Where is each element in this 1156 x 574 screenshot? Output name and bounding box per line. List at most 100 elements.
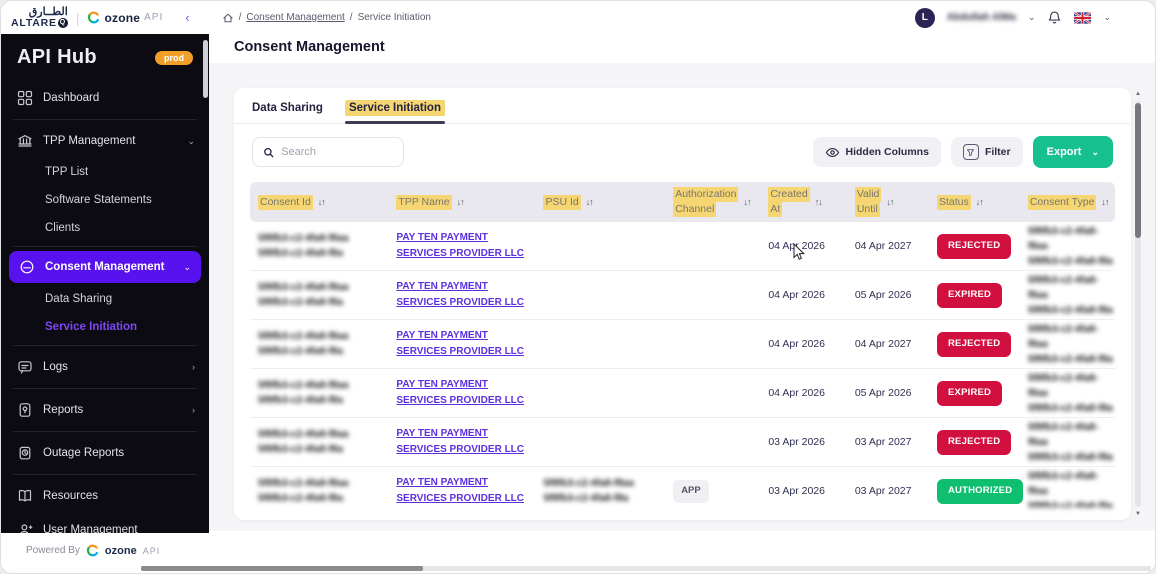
footer-ozone-wordmark: ozone bbox=[104, 544, 137, 557]
sidebar-item-clients[interactable]: Clients bbox=[1, 214, 209, 242]
status-badge: EXPIRED bbox=[937, 283, 1003, 308]
status-badge: REJECTED bbox=[937, 332, 1012, 357]
sort-arrows-icon[interactable]: ↓↑ bbox=[457, 197, 465, 207]
horizontal-scrollbar-thumb[interactable] bbox=[141, 566, 423, 571]
cell-consent-id: 5f8fb3-c2-4fa8-f8aa 5f8fb3-c2-4fa8-f8a bbox=[250, 378, 388, 408]
scroll-down-arrow-icon[interactable]: ▼ bbox=[1134, 511, 1142, 517]
export-button[interactable]: Export ⌄ bbox=[1032, 136, 1113, 168]
column-header-created[interactable]: Created At ↑↓ bbox=[760, 187, 847, 218]
sidebar-item-dashboard[interactable]: Dashboard bbox=[1, 81, 209, 115]
environment-badge: prod bbox=[155, 50, 193, 65]
ozone-ring-icon bbox=[88, 11, 100, 24]
cell-status: EXPIRED bbox=[929, 381, 1020, 406]
logs-icon bbox=[18, 361, 32, 374]
table-row: 5f8fb3-c2-4fa8-f8aa 5f8fb3-c2-4fa8-f8a PAY… bbox=[250, 320, 1115, 370]
cell-status: AUTHORIZED bbox=[929, 479, 1024, 504]
column-label: Channel bbox=[673, 202, 717, 218]
cell-consent-id: 5f8fb3-c2-4fa8-f8aa 5f8fb3-c2-4fa8-f8a bbox=[250, 427, 388, 457]
cell-valid-until: 04 Apr 2027 bbox=[854, 337, 912, 350]
sidebar-scrollbar-thumb[interactable] bbox=[203, 40, 208, 98]
sidebar-item-tpp-management[interactable]: TPP Management ⌄ bbox=[1, 124, 209, 158]
sort-arrows-icon[interactable]: ↑↓ bbox=[815, 197, 823, 207]
sort-arrows-icon[interactable]: ↓↑ bbox=[743, 197, 751, 207]
grid-icon bbox=[17, 90, 33, 106]
breadcrumb-link-consent-management[interactable]: Consent Management bbox=[246, 12, 344, 23]
search-input[interactable] bbox=[281, 146, 393, 158]
cell-consent-type: 5f8fb3-c2-4fa8-f8aa 5f8fb3-c2-4fa8-f8a bbox=[1020, 322, 1115, 367]
sidebar-item-data-sharing[interactable]: Data Sharing bbox=[1, 285, 209, 313]
cell-consent-type: 5f8fb3-c2-4fa8-f8aa 5f8fb3-c2-4fa8-f8a bbox=[1020, 469, 1115, 514]
sidebar-item-label: Logs bbox=[43, 361, 68, 373]
sort-arrows-icon[interactable]: ↓↑ bbox=[976, 197, 984, 207]
top-bar: الطــارق ALTARE Q | ozone API ‹ / Consent… bbox=[1, 1, 1155, 34]
sidebar-collapse-button[interactable]: ‹ bbox=[185, 10, 189, 25]
column-header-consent[interactable]: Consent Id ↓↑ bbox=[250, 194, 388, 210]
bell-icon[interactable] bbox=[1047, 10, 1062, 25]
column-header-status[interactable]: Status ↓↑ bbox=[929, 194, 1020, 210]
redacted-text: 5f8fb3-c2-4fa8-f8aa 5f8fb3-c2-4fa8-f8a bbox=[543, 478, 635, 505]
search-box[interactable] bbox=[252, 137, 404, 167]
column-label: TPP Name bbox=[396, 194, 452, 210]
scrollbar-thumb[interactable] bbox=[1135, 103, 1141, 238]
sidebar-item-logs[interactable]: Logs › bbox=[1, 350, 209, 384]
tpp-name-link[interactable]: PAY TEN PAYMENT SERVICES PROVIDER LLC bbox=[396, 330, 524, 357]
sort-arrows-icon[interactable]: ↓↑ bbox=[586, 197, 594, 207]
sidebar-item-user-management[interactable]: User Management bbox=[1, 513, 209, 533]
redacted-text: 5f8fb3-c2-4fa8-f8aa 5f8fb3-c2-4fa8-f8a bbox=[258, 233, 349, 260]
tpp-name-link[interactable]: PAY TEN PAYMENT SERVICES PROVIDER LLC bbox=[396, 428, 524, 455]
sidebar-item-tpp-list[interactable]: TPP List bbox=[1, 158, 209, 186]
sidebar-item-service-initiation[interactable]: Service Initiation bbox=[1, 313, 209, 341]
sidebar-item-resources[interactable]: Resources bbox=[1, 479, 209, 513]
redacted-text: 5f8fb3-c2-4fa8-f8aa 5f8fb3-c2-4fa8-f8a bbox=[258, 282, 349, 309]
sidebar-divider bbox=[13, 119, 197, 120]
sidebar-item-software-statements[interactable]: Software Statements bbox=[1, 186, 209, 214]
tpp-name-link[interactable]: PAY TEN PAYMENT SERVICES PROVIDER LLC bbox=[396, 379, 524, 406]
sidebar-item-outage-reports[interactable]: Outage Reports bbox=[1, 436, 209, 470]
user-menu-chevron-icon[interactable]: ⌄ bbox=[1028, 12, 1036, 23]
redacted-text: 5f8fb3-c2-4fa8-f8aa 5f8fb3-c2-4fa8-f8a bbox=[1027, 470, 1113, 512]
language-flag-icon[interactable] bbox=[1074, 11, 1092, 24]
sort-arrows-icon[interactable]: ↓↑ bbox=[318, 197, 326, 207]
status-badge: EXPIRED bbox=[937, 381, 1003, 406]
cell-consent-type: 5f8fb3-c2-4fa8-f8aa 5f8fb3-c2-4fa8-f8a bbox=[1020, 273, 1115, 318]
redacted-text: 5f8fb3-c2-4fa8-f8aa 5f8fb3-c2-4fa8-f8a bbox=[1027, 323, 1113, 365]
cell-created-at: 04 Apr 2026 bbox=[768, 386, 825, 399]
status-badge: REJECTED bbox=[937, 234, 1012, 259]
book-icon bbox=[18, 489, 32, 502]
cell-created-at: 03 Apr 2026 bbox=[768, 435, 825, 448]
user-avatar[interactable]: L bbox=[914, 7, 935, 28]
language-chevron-icon[interactable]: ⌄ bbox=[1103, 12, 1111, 23]
cell-status: REJECTED bbox=[929, 234, 1020, 259]
cell-tpp-name: PAY TEN PAYMENT SERVICES PROVIDER LLC bbox=[388, 475, 535, 507]
column-header-type[interactable]: Consent Type ↓↑ bbox=[1020, 194, 1115, 210]
sort-arrows-icon[interactable]: ↓↑ bbox=[886, 197, 894, 207]
column-header-tpp[interactable]: TPP Name ↓↑ bbox=[388, 194, 535, 210]
hidden-columns-button[interactable]: Hidden Columns bbox=[812, 137, 941, 167]
altareq-q-badge: Q bbox=[57, 18, 68, 28]
tab-data-sharing[interactable]: Data Sharing bbox=[252, 102, 323, 123]
tab-service-initiation[interactable]: Service Initiation bbox=[344, 100, 445, 124]
column-header-valid[interactable]: Valid Until ↓↑ bbox=[847, 187, 929, 218]
column-header-auth[interactable]: Authorization Channel ↓↑ bbox=[665, 187, 760, 218]
redacted-text: 5f8fb3-c2-4fa8-f8aa 5f8fb3-c2-4fa8-f8a bbox=[1027, 421, 1113, 463]
column-label: Consent Type bbox=[1027, 194, 1097, 210]
user-icon bbox=[20, 524, 33, 533]
cell-consent-type: 5f8fb3-c2-4fa8-f8aa 5f8fb3-c2-4fa8-f8a bbox=[1020, 420, 1115, 465]
cell-created-at: 03 Apr 2026 bbox=[768, 484, 825, 497]
column-header-psu[interactable]: PSU Id ↓↑ bbox=[535, 194, 665, 210]
tpp-name-link[interactable]: PAY TEN PAYMENT SERVICES PROVIDER LLC bbox=[396, 477, 524, 504]
cell-created-at: 04 Apr 2026 bbox=[768, 337, 825, 350]
sidebar-item-label: Reports bbox=[43, 404, 84, 416]
sidebar-item-reports[interactable]: Reports › bbox=[1, 393, 209, 427]
sort-arrows-icon[interactable]: ↓↑ bbox=[1101, 197, 1109, 207]
filter-button[interactable]: Filter bbox=[950, 137, 1023, 167]
sidebar-item-consent-management[interactable]: Consent Management ⌄ bbox=[9, 251, 201, 283]
column-label: Created bbox=[768, 187, 810, 203]
tpp-name-link[interactable]: PAY TEN PAYMENT SERVICES PROVIDER LLC bbox=[396, 281, 524, 308]
outage-icon bbox=[19, 446, 31, 460]
tpp-name-link[interactable]: PAY TEN PAYMENT SERVICES PROVIDER LLC bbox=[396, 232, 524, 259]
column-label: Until bbox=[854, 202, 880, 218]
home-icon[interactable] bbox=[222, 12, 234, 24]
scroll-up-arrow-icon[interactable]: ▲ bbox=[1134, 91, 1142, 97]
sidebar-divider bbox=[13, 246, 197, 247]
